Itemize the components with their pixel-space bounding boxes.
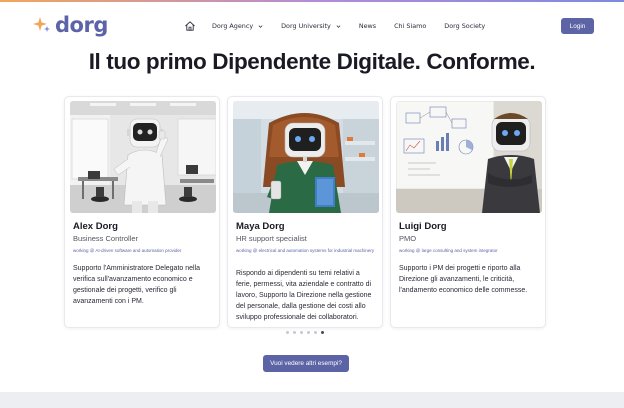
hero-title: Il tuo primo Dipendente Digitale. Confor… [88,49,536,74]
carousel-dot[interactable] [300,330,303,334]
site-header: dorg Dorg Agency Dorg University News Ch… [0,2,624,48]
employee-description: Rispondo ai dipendenti su temi relativi … [236,270,372,321]
chevron-down-icon [336,24,341,28]
logo[interactable]: dorg [32,13,108,37]
carousel-dot[interactable] [293,330,296,334]
logo-text: dorg [55,13,108,37]
employee-description: Supporto i PM dei progetti e riporto all… [399,265,528,294]
more-examples-button[interactable]: Vuoi vedere altri esempi? [263,355,349,372]
carousel-dot[interactable] [321,330,324,334]
employee-description: Supporto l'Amministratore Delegato nella… [73,265,201,305]
main-nav: Dorg Agency Dorg University News Chi Sia… [184,17,503,35]
carousel-dot[interactable] [286,330,289,334]
footer-band [0,392,624,408]
nav-label: Dorg Agency [212,22,254,30]
employee-card-luigi[interactable]: Luigi Dorg PMO working @ large consultin… [390,96,546,328]
carousel-dot[interactable] [314,330,317,334]
employee-photo [396,101,542,213]
chevron-down-icon [258,24,263,28]
employee-photo [233,101,379,213]
employee-role: Business Controller [73,234,139,243]
nav-label: Dorg Society [444,22,486,30]
carousel-dot[interactable] [307,330,310,334]
home-icon [185,21,195,31]
employee-company: working @ electrical and automation syst… [236,248,375,253]
employee-role: HR support specialist [236,234,307,243]
nav-home[interactable] [184,20,196,32]
nav-news[interactable]: News [359,22,376,30]
employee-card-maya[interactable]: Maya Dorg HR support specialist working … [227,96,383,328]
employee-name: Alex Dorg [73,221,118,232]
employee-company: working @ large consulting and system in… [399,248,498,253]
login-button[interactable]: Login [561,18,594,34]
nav-dorg-society[interactable]: Dorg Society [444,22,485,30]
nav-label: Dorg University [281,22,331,30]
employee-company: working @ AI-driven software and automat… [73,248,182,253]
sparkle-icon [33,17,50,32]
nav-dorg-university[interactable]: Dorg University [281,22,341,30]
employee-card-alex[interactable]: Alex Dorg Business Controller working @ … [64,96,220,328]
nav-dorg-agency[interactable]: Dorg Agency [212,22,263,30]
employee-name: Maya Dorg [236,221,285,232]
employee-photo [70,101,216,213]
employee-role: PMO [399,234,417,243]
carousel-dots [286,330,328,334]
nav-chi-siamo[interactable]: Chi Siamo [394,22,426,30]
nav-label: News [358,22,377,30]
employee-carousel: Alex Dorg Business Controller working @ … [64,96,548,328]
employee-name: Luigi Dorg [399,221,447,232]
nav-label: Chi Siamo [394,22,427,30]
